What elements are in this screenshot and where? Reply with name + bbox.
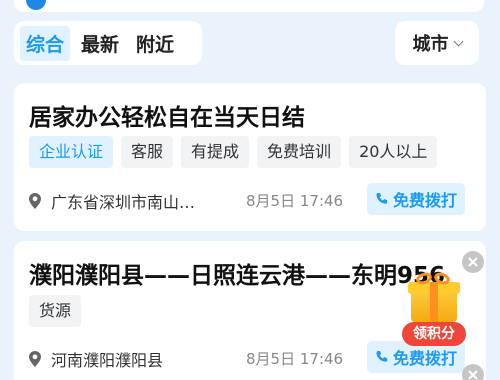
city-filter-button[interactable]: 城市 <box>395 21 479 65</box>
tag: 免费培训 <box>257 136 342 168</box>
phone-icon <box>376 351 388 362</box>
post-date: 8月5日 17:46 <box>246 350 344 368</box>
tag: 有提成 <box>181 136 250 168</box>
city-filter-label: 城市 <box>412 34 449 55</box>
previous-card <box>14 0 484 12</box>
reward-points-widget[interactable]: 领积分 <box>402 270 466 352</box>
call-label: 免费拨打 <box>393 191 458 210</box>
tab-latest[interactable]: 最新 <box>75 26 125 61</box>
job-title: 居家办公轻松自在当天日结 <box>29 105 305 131</box>
location-pin-icon <box>29 193 41 209</box>
tag: 货源 <box>29 295 82 327</box>
location-text: 河南濮阳濮阳县 <box>51 351 164 370</box>
job-card[interactable]: 居家办公轻松自在当天日结 企业认证 客服 有提成 免费培训 20人以上 广东省深… <box>14 83 486 231</box>
close-icon[interactable] <box>462 364 484 380</box>
close-icon[interactable] <box>462 251 484 273</box>
location-pin-icon <box>29 351 41 367</box>
tag: 客服 <box>121 136 174 168</box>
tag-list: 企业认证 客服 有提成 免费培训 20人以上 <box>29 136 438 168</box>
location-row: 河南濮阳濮阳县 <box>29 347 163 371</box>
post-date: 8月5日 17:46 <box>246 192 344 210</box>
tab-comprehensive[interactable]: 综合 <box>20 25 71 61</box>
job-title: 濮阳濮阳县——日照连云港——东明956 <box>29 263 446 289</box>
reward-label: 领积分 <box>402 322 466 346</box>
chevron-down-icon <box>453 36 463 46</box>
free-call-button[interactable]: 免费拨打 <box>367 183 466 215</box>
tag: 20人以上 <box>349 136 438 168</box>
location-row: 广东省深圳市南山… <box>29 189 195 213</box>
tag-list: 货源 <box>29 295 82 327</box>
tag-verified: 企业认证 <box>29 136 114 168</box>
tab-nearby[interactable]: 附近 <box>130 26 180 61</box>
filter-tabs: 综合 最新 附近 <box>14 21 202 65</box>
location-text: 广东省深圳市南山… <box>51 193 196 212</box>
phone-icon <box>376 193 388 204</box>
